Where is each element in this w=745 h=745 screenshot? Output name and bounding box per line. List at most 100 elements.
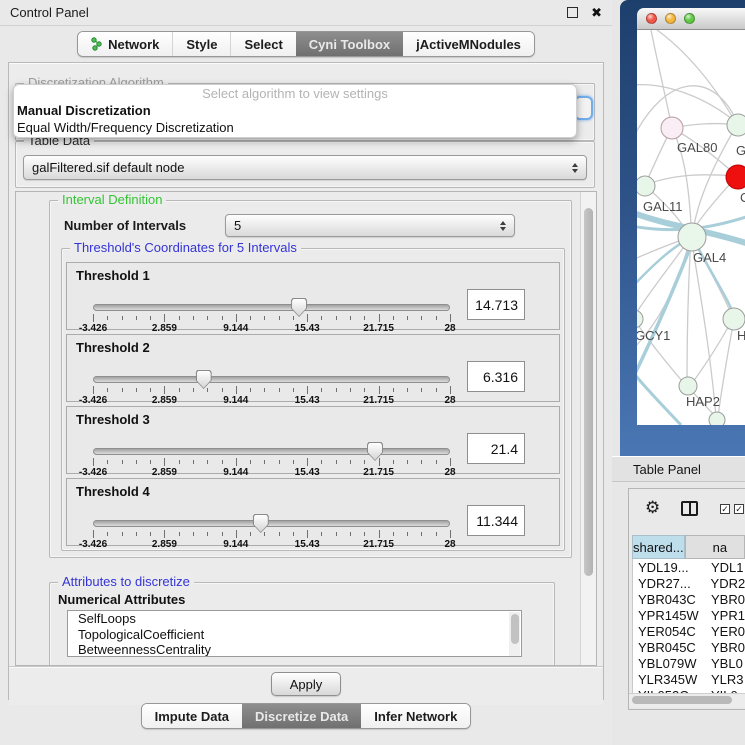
- attributes-list-scrollbar[interactable]: [509, 612, 520, 656]
- table-rows: YDL19...YDL1YDR27...YDR2YBR043CYBR0YPR14…: [632, 559, 745, 693]
- zoom-traffic-light-icon[interactable]: [684, 13, 695, 24]
- tab-style[interactable]: Style: [172, 32, 230, 56]
- slider-track[interactable]: [93, 376, 450, 383]
- spinner-icon: [500, 221, 506, 231]
- network-node[interactable]: [679, 377, 697, 395]
- slider-track[interactable]: [93, 304, 450, 311]
- tick-label: 9.144: [223, 467, 248, 478]
- network-node[interactable]: [726, 165, 745, 189]
- tab-infer-network[interactable]: Infer Network: [361, 704, 470, 728]
- minimize-traffic-light-icon[interactable]: [665, 13, 676, 24]
- table-cell: YBL079W: [633, 656, 707, 671]
- top-tab-group: NetworkStyleSelectCyni ToolboxjActiveMNo…: [77, 31, 535, 57]
- column-layout-icon[interactable]: [681, 501, 698, 516]
- table-row[interactable]: YBR045CYBR0: [633, 639, 745, 655]
- apply-button[interactable]: Apply: [271, 672, 341, 696]
- float-window-icon[interactable]: [567, 7, 578, 18]
- tab-select[interactable]: Select: [230, 32, 295, 56]
- network-node[interactable]: [723, 308, 745, 330]
- network-edge[interactable]: [687, 237, 691, 385]
- column-header-shared-[interactable]: shared...: [632, 535, 685, 559]
- slider-track[interactable]: [93, 448, 450, 455]
- list-item[interactable]: BetweennessCentrality: [68, 642, 521, 657]
- tick-mark: [250, 388, 251, 392]
- close-icon[interactable]: ✖: [591, 8, 602, 17]
- network-graph[interactable]: GAL80GAGAL11CAGAL4GCY1HAHAP2: [637, 30, 745, 425]
- table-row[interactable]: YER054CYER0: [633, 623, 745, 639]
- network-edge-highlighted[interactable]: [637, 370, 681, 425]
- list-item[interactable]: SelfLoops: [68, 611, 521, 627]
- dropdown-option-manual-discretization[interactable]: Manual Discretization: [14, 102, 576, 119]
- scrollbar-thumb[interactable]: [632, 696, 732, 704]
- threshold-value-field[interactable]: 6.316: [467, 361, 525, 392]
- network-window-titlebar[interactable]: [637, 8, 745, 30]
- tick-mark: [122, 316, 123, 320]
- tick-mark: [136, 388, 137, 392]
- tick-mark: [407, 532, 408, 536]
- tick-mark: [122, 388, 123, 392]
- tick-mark: [107, 532, 108, 536]
- network-edge[interactable]: [645, 175, 737, 185]
- tick-mark: [179, 316, 180, 320]
- numerical-attributes-list[interactable]: SelfLoopsTopologicalCoefficientBetweenne…: [67, 610, 522, 657]
- tick-label: 15.43: [295, 539, 320, 550]
- network-edge[interactable]: [637, 85, 737, 123]
- table-row[interactable]: YBL079WYBL0: [633, 655, 745, 671]
- slider-track[interactable]: [93, 520, 450, 527]
- tick-mark: [364, 316, 365, 320]
- network-node[interactable]: [678, 223, 706, 251]
- tab-network[interactable]: Network: [78, 32, 172, 56]
- network-node[interactable]: [709, 412, 725, 425]
- tick-mark: [293, 388, 294, 392]
- attributes-group-label: Attributes to discretize: [58, 574, 194, 589]
- right-region: GAL80GAGAL11CAGAL4GCY1HAHAP2 Table Panel…: [612, 0, 745, 745]
- settings-vertical-scrollbar[interactable]: [580, 192, 596, 665]
- network-node[interactable]: [727, 114, 745, 136]
- threshold-row-4: Threshold 4-3.4262.8599.14415.4321.71528…: [66, 478, 560, 546]
- threshold-value-field[interactable]: 14.713: [467, 289, 525, 320]
- number-of-intervals-combobox[interactable]: 5: [225, 214, 515, 237]
- table-row[interactable]: YBR043CYBR0: [633, 591, 745, 607]
- table-row[interactable]: YDR27...YDR2: [633, 575, 745, 591]
- tab-cyni-toolbox[interactable]: Cyni Toolbox: [296, 32, 403, 56]
- checkbox-icon[interactable]: ✓: [720, 504, 730, 514]
- slider-1[interactable]: -3.4262.8599.14415.4321.71528: [93, 301, 450, 327]
- table-row[interactable]: YLR345WYLR3: [633, 671, 745, 687]
- table-row[interactable]: YPR145WYPR1: [633, 607, 745, 623]
- network-canvas[interactable]: GAL80GAGAL11CAGAL4GCY1HAHAP2: [637, 30, 745, 425]
- column-header-na[interactable]: na: [685, 535, 745, 559]
- slider-4[interactable]: -3.4262.8599.14415.4321.71528: [93, 517, 450, 543]
- slider-3[interactable]: -3.4262.8599.14415.4321.71528: [93, 445, 450, 471]
- threshold-value-field[interactable]: 21.4: [467, 433, 525, 464]
- tick-mark: [364, 532, 365, 536]
- close-traffic-light-icon[interactable]: [646, 13, 657, 24]
- tick-label: 28: [444, 323, 455, 334]
- network-edge[interactable]: [651, 30, 672, 128]
- tab-label: Infer Network: [374, 709, 457, 724]
- tick-mark: [321, 388, 322, 392]
- threshold-value-field[interactable]: 11.344: [467, 505, 525, 536]
- network-node[interactable]: [661, 117, 683, 139]
- tab-discretize-data[interactable]: Discretize Data: [242, 704, 361, 728]
- table-row[interactable]: YDL19...YDL1: [633, 559, 745, 575]
- dropdown-option-equal-width[interactable]: Equal Width/Frequency Discretization: [14, 119, 576, 136]
- tick-mark: [279, 388, 280, 392]
- threshold-label: Threshold 3: [76, 412, 150, 427]
- table-data-combobox[interactable]: galFiltered.sif default node: [23, 155, 587, 180]
- tick-mark: [450, 530, 451, 538]
- scrollbar-thumb[interactable]: [584, 208, 593, 576]
- tab-impute-data[interactable]: Impute Data: [142, 704, 242, 728]
- network-node[interactable]: [637, 176, 655, 196]
- dropdown-prompt[interactable]: Select algorithm to view settings: [14, 85, 576, 102]
- table-horizontal-scrollbar[interactable]: [629, 693, 745, 707]
- tick-label: 9.144: [223, 539, 248, 550]
- network-edge[interactable]: [718, 319, 734, 417]
- tick-label: 9.144: [223, 395, 248, 406]
- scrollbar-thumb[interactable]: [511, 614, 519, 644]
- list-item[interactable]: TopologicalCoefficient: [68, 627, 521, 643]
- tab-jactivemnodules[interactable]: jActiveMNodules: [403, 32, 534, 56]
- gear-icon[interactable]: ⚙: [645, 498, 660, 518]
- network-node[interactable]: [637, 310, 643, 328]
- slider-2[interactable]: -3.4262.8599.14415.4321.71528: [93, 373, 450, 399]
- checkbox-icon[interactable]: ✓: [734, 504, 744, 514]
